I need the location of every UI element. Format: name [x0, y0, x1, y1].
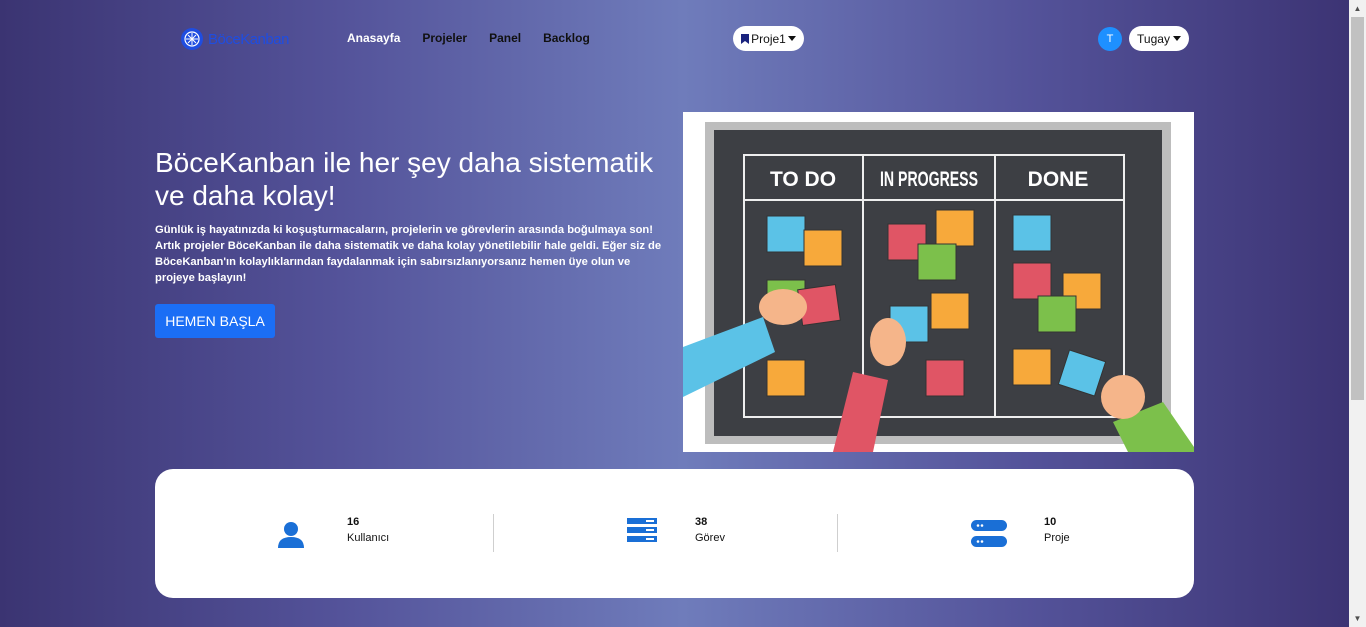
column-done: DONE — [1028, 168, 1089, 191]
chevron-down-icon — [1172, 36, 1181, 41]
main-nav: Anasayfa Projeler Panel Backlog — [347, 31, 612, 45]
bookmark-icon — [741, 33, 750, 44]
stat-tasks: 38 Görev — [493, 469, 837, 598]
project-selector[interactable]: Proje1 — [733, 26, 804, 51]
kanban-board-illustration: TO DO IN PROGRESS DONE — [683, 112, 1194, 452]
scroll-down-icon[interactable]: ▼ — [1349, 610, 1366, 627]
chevron-down-icon — [787, 36, 796, 41]
stat-users-label: Kullanıcı — [347, 532, 390, 544]
tasks-icon — [627, 518, 657, 542]
nav-item-panel[interactable]: Panel — [489, 31, 521, 45]
column-in-progress: IN PROGRESS — [880, 168, 978, 191]
stats-panel: 16 Kullanıcı 38 Görev 10 Proje — [155, 469, 1194, 598]
stat-tasks-label: Görev — [695, 532, 725, 544]
user-menu[interactable]: Tugay — [1129, 26, 1189, 51]
stat-tasks-value: 38 — [695, 516, 708, 528]
stat-projects-label: Proje — [1044, 532, 1070, 544]
brand-name: BöceKanban — [208, 30, 289, 48]
stat-users-value: 16 — [347, 516, 360, 528]
hero-description: Günlük iş hayatınızda ki koşuşturmacalar… — [155, 224, 662, 284]
user-name: Tugay — [1137, 31, 1170, 46]
hero-title: BöceKanban ile her şey daha sistematik v… — [155, 147, 654, 211]
scroll-up-icon[interactable]: ▲ — [1349, 0, 1366, 17]
stat-users: 16 Kullanıcı — [155, 469, 493, 598]
user-icon — [278, 522, 304, 548]
scrollbar-thumb[interactable] — [1351, 17, 1364, 400]
project-selector-label: Proje1 — [751, 31, 786, 46]
nav-item-anasayfa[interactable]: Anasayfa — [347, 31, 400, 45]
page-scrollbar[interactable]: ▲ ▼ — [1349, 0, 1366, 627]
nav-item-backlog[interactable]: Backlog — [543, 31, 590, 45]
brand-logo[interactable]: BöceKanban — [180, 27, 289, 51]
stat-projects-value: 10 — [1044, 516, 1057, 528]
stat-projects: 10 Proje — [837, 469, 1194, 598]
brand-icon — [181, 28, 203, 50]
get-started-button[interactable]: HEMEN BAŞLA — [155, 304, 275, 338]
avatar[interactable]: T — [1098, 27, 1122, 51]
server-icon — [971, 520, 1007, 547]
column-todo: TO DO — [770, 168, 836, 191]
nav-item-projeler[interactable]: Projeler — [422, 31, 467, 45]
